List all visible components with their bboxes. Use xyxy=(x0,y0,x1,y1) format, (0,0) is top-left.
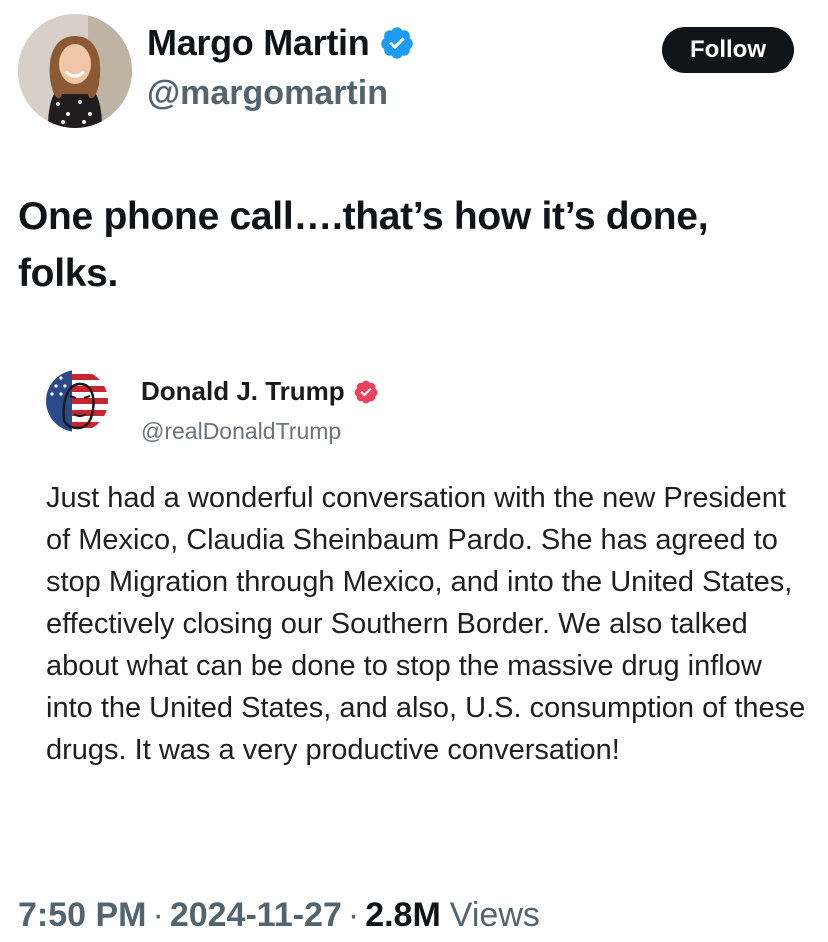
meta-separator: · xyxy=(347,896,360,934)
embedded-post-body: Just had a wonderful conversation with t… xyxy=(46,482,806,766)
flag-portrait-avatar-icon xyxy=(46,370,108,432)
embedded-name-row: Donald J. Trump xyxy=(141,376,379,407)
tweet-meta: 7:50 PM · 2024-11-27 · 2.8M Views xyxy=(18,896,540,935)
author-name-row[interactable]: Margo Martin xyxy=(147,22,415,64)
verified-badge-icon xyxy=(379,25,415,61)
embedded-handle: @realDonaldTrump xyxy=(141,418,342,444)
follow-button[interactable]: Follow xyxy=(662,27,794,73)
embedded-post-image[interactable]: Donald J. Trump @realDonaldTrump Just ha… xyxy=(0,346,828,816)
author-avatar[interactable] xyxy=(18,14,132,128)
meta-separator: · xyxy=(152,896,164,934)
views-count[interactable]: 2.8M xyxy=(365,896,441,935)
profile-photo-icon xyxy=(18,14,132,128)
embedded-avatar xyxy=(46,370,108,432)
tweet-page: Margo Martin @margomartin Follow One pho… xyxy=(0,0,828,942)
embedded-display-name: Donald J. Trump xyxy=(141,376,345,406)
views-label[interactable]: Views xyxy=(450,896,540,935)
tweet-time[interactable]: 7:50 PM xyxy=(18,896,147,935)
tweet-text: One phone call….that’s how it’s done, fo… xyxy=(18,195,709,295)
author-handle[interactable]: @margomartin xyxy=(147,74,388,113)
verified-badge-icon xyxy=(353,379,379,405)
tweet-date[interactable]: 2024-11-27 xyxy=(170,896,342,935)
author-display-name[interactable]: Margo Martin xyxy=(147,22,370,64)
